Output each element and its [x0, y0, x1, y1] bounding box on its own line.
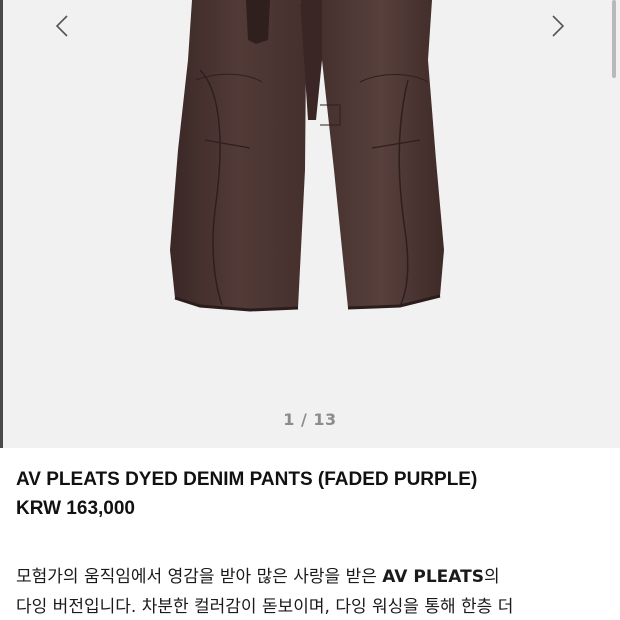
pants-left-leg	[170, 0, 306, 310]
chevron-right-icon	[552, 15, 565, 37]
description-text: 모험가의 움직임에서 영감을 받아 많은 사랑을 받은	[16, 567, 383, 587]
pants-right-leg	[318, 0, 444, 308]
prev-image-button[interactable]	[47, 8, 77, 44]
product-description: 모험가의 움직임에서 영감을 받아 많은 사랑을 받은 AV PLEATS의 다…	[16, 562, 612, 620]
description-highlight: AV PLEATS	[382, 567, 484, 587]
next-image-button[interactable]	[543, 8, 573, 44]
chevron-left-icon	[55, 15, 68, 37]
product-price: KRW 163,000	[16, 498, 135, 519]
product-title: AV PLEATS DYED DENIM PANTS (FADED PURPLE…	[16, 469, 478, 490]
product-image-pants[interactable]	[0, 0, 620, 448]
description-line-1: 모험가의 움직임에서 영감을 받아 많은 사랑을 받은 AV PLEATS의	[16, 562, 612, 592]
product-page: 1 / 13 AV PLEATS DYED DENIM PANTS (FADED…	[0, 0, 620, 620]
description-text: 의	[483, 567, 500, 587]
product-image-gallery[interactable]: 1 / 13	[0, 0, 620, 448]
image-counter: 1 / 13	[283, 410, 337, 429]
product-info: AV PLEATS DYED DENIM PANTS (FADED PURPLE…	[16, 466, 606, 523]
scrollbar-thumb[interactable]	[612, 0, 616, 78]
description-line-2: 다잉 버전입니다. 차분한 컬러감이 돋보이며, 다잉 워싱을 통해 한층 더	[16, 597, 514, 617]
